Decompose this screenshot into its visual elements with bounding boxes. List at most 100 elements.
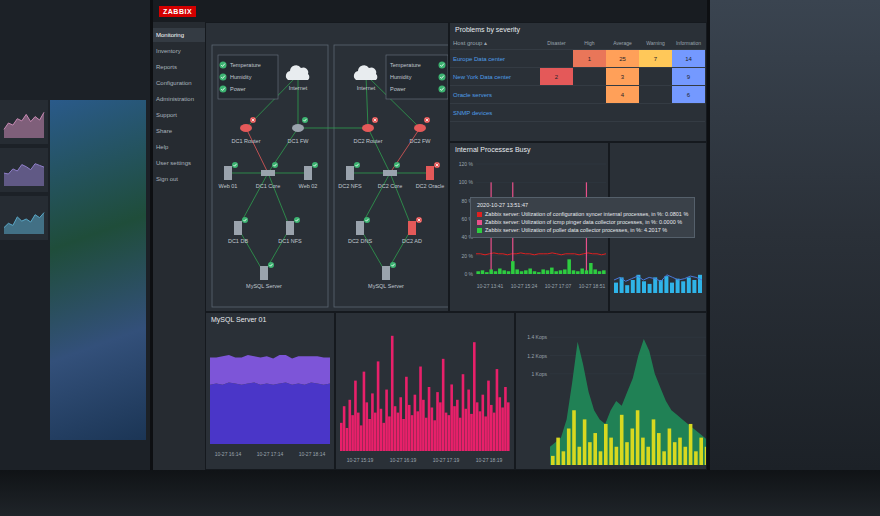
map-node[interactable]: DC2 NFS — [338, 162, 362, 189]
traffic-bar — [422, 400, 425, 451]
severity-cell[interactable]: 9 — [672, 68, 705, 86]
host-group-link[interactable]: Oracle servers — [450, 86, 540, 104]
map-node[interactable]: DC2 Core — [378, 162, 402, 189]
server-icon — [426, 166, 434, 180]
chart-tooltip: 2020-10-27 13:51:47 Zabbix server: Utili… — [470, 197, 695, 238]
router-icon — [292, 124, 304, 132]
severity-cell[interactable]: 7 — [639, 50, 672, 68]
column-header[interactable]: Host group ▴ — [450, 36, 540, 50]
map-node[interactable]: DC1 DB — [228, 217, 249, 244]
traffic-bar — [354, 381, 357, 451]
check-icon — [220, 62, 227, 69]
map-node[interactable]: DC1 Core — [256, 162, 280, 189]
map-node[interactable]: DC1 FW — [287, 117, 309, 144]
node-label: MySQL Server — [246, 283, 282, 289]
severity-cell[interactable]: 14 — [672, 50, 705, 68]
traffic-bar — [346, 428, 349, 451]
map-node[interactable]: Internet — [354, 65, 377, 91]
map-node[interactable]: DC2 DNS — [348, 217, 372, 244]
traffic-bar — [476, 402, 479, 451]
mini-chart-area — [4, 112, 44, 138]
sidebar-item[interactable]: Support — [153, 108, 205, 122]
traffic-bar — [490, 405, 493, 451]
series-bar — [546, 270, 550, 274]
map-node[interactable]: DC2 AD — [402, 217, 422, 244]
server-icon — [286, 221, 294, 235]
legend-swatch — [477, 212, 482, 217]
zabbix-logo[interactable]: ZABBIX — [159, 6, 196, 17]
severity-cell — [639, 86, 672, 104]
x-tick: 10-27 17:19 — [433, 457, 460, 463]
ops-bar — [572, 410, 576, 465]
severity-cell[interactable]: 4 — [606, 86, 639, 104]
severity-cell — [672, 104, 705, 122]
column-header[interactable]: Information — [672, 36, 705, 50]
x-tick: 10-27 15:19 — [347, 457, 374, 463]
traffic-bar — [388, 416, 391, 451]
sidebar-item[interactable]: Monitoring — [153, 28, 205, 42]
node-label: Internet — [357, 85, 376, 91]
check-mark-icon — [304, 119, 307, 121]
severity-cell[interactable]: 3 — [606, 68, 639, 86]
series-bar — [576, 271, 580, 274]
traffic-bar — [448, 415, 451, 451]
map-node[interactable]: DC2 Router — [353, 117, 382, 144]
ops-bar — [588, 442, 592, 465]
traffic-bar — [456, 400, 459, 451]
sidebar-item[interactable]: Configuration — [153, 76, 205, 90]
y-tick: 20 % — [462, 253, 474, 259]
map-node[interactable]: MySQL Server — [368, 262, 404, 289]
sensor-frame — [386, 55, 448, 99]
node-label: DC2 Router — [353, 138, 382, 144]
status-badge-icon — [294, 217, 300, 223]
traffic-bar — [484, 416, 487, 451]
map-node[interactable]: DC2 FW — [409, 117, 431, 144]
traffic-bar — [479, 411, 482, 451]
map-node[interactable]: DC1 Router — [231, 117, 260, 144]
map-link — [246, 128, 268, 173]
sidebar-item[interactable]: Administration — [153, 92, 205, 106]
sidebar-item[interactable]: Sign out — [153, 172, 205, 186]
host-group-link[interactable]: Europe Data center — [450, 50, 540, 68]
map-node[interactable]: Internet — [286, 65, 309, 91]
map-node[interactable]: Web 02 — [299, 162, 318, 189]
traffic-bar — [425, 418, 428, 451]
sidebar-item[interactable]: User settings — [153, 156, 205, 170]
traffic-bar — [433, 420, 436, 451]
sidebar-item[interactable]: Inventory — [153, 44, 205, 58]
map-node[interactable]: MySQL Server — [246, 262, 282, 289]
status-badge-icon — [312, 162, 318, 168]
world-map[interactable] — [50, 100, 146, 440]
column-header[interactable]: Average — [606, 36, 639, 50]
x-tick: 10-27 16:14 — [215, 451, 242, 457]
check-mark-icon — [221, 76, 225, 79]
sidebar-item[interactable]: Help — [153, 140, 205, 154]
widget-title: Problems by severity — [450, 23, 706, 36]
map-node[interactable]: Web 01 — [219, 162, 238, 189]
ops-bar — [562, 451, 566, 465]
severity-cell[interactable]: 1 — [573, 50, 606, 68]
traffic-bar — [382, 423, 385, 451]
sidebar-item[interactable]: Reports — [153, 60, 205, 74]
host-group-link[interactable]: SNMP devices — [450, 104, 540, 122]
severity-cell[interactable]: 25 — [606, 50, 639, 68]
series-bar — [550, 268, 554, 274]
map-node[interactable]: DC1 NFS — [278, 217, 302, 244]
host-group-link[interactable]: New York Data center — [450, 68, 540, 86]
column-header[interactable]: Disaster — [540, 36, 573, 50]
server-icon — [234, 221, 242, 235]
mysql-chart: 10-27 16:1410-27 17:1410-27 18:14 — [206, 326, 334, 466]
mini-chart — [0, 148, 48, 192]
map-node[interactable]: DC2 Oracle — [416, 162, 445, 189]
switch-icon — [383, 170, 397, 176]
ops-bar — [599, 451, 603, 465]
column-header[interactable]: Warning — [639, 36, 672, 50]
severity-cell[interactable]: 2 — [540, 68, 573, 86]
severity-cell[interactable]: 6 — [672, 86, 705, 104]
traffic-bar — [351, 415, 354, 451]
traffic-bar — [507, 402, 510, 451]
node-label: DC2 AD — [402, 238, 422, 244]
check-mark-icon — [356, 164, 359, 166]
column-header[interactable]: High — [573, 36, 606, 50]
sidebar-item[interactable]: Share — [153, 124, 205, 138]
